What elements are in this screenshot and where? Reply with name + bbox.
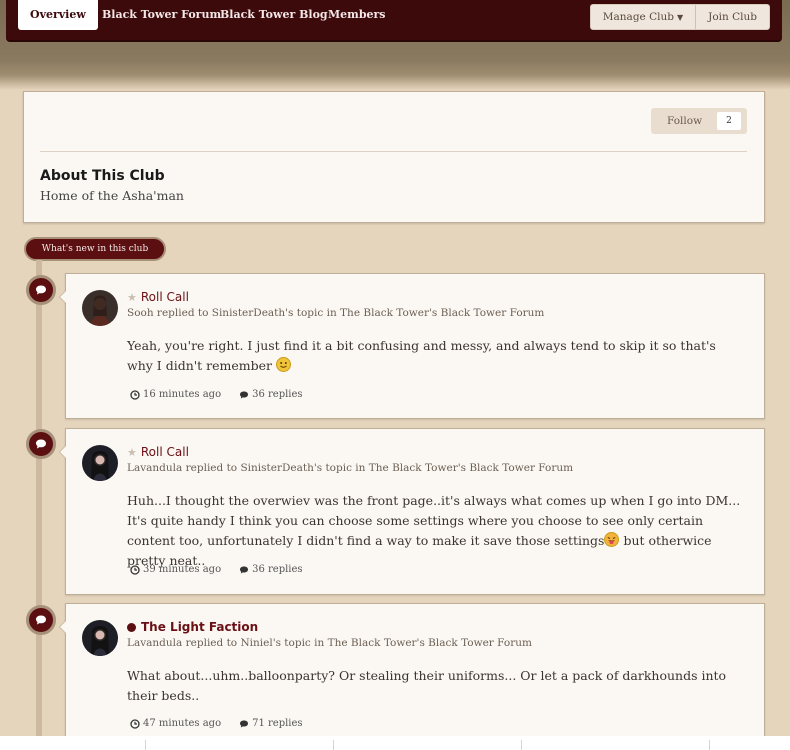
divider [333,740,334,750]
about-description: Home of the Asha'man [40,188,184,203]
activity-item: ★ Roll Call Sooh replied to SinisterDeat… [59,273,765,419]
topic-title: Roll Call [140,445,189,459]
comment-icon [26,429,56,459]
manage-club-label: Manage Club [602,11,674,23]
clock-icon [130,718,140,729]
topic-link[interactable]: The Light Faction [127,620,258,634]
activity-subtitle: Lavandula replied to SinisterDeath's top… [127,462,574,474]
tongue-out-emoji [604,532,620,547]
follow-button[interactable]: Follow 2 [651,108,747,134]
slight-smile-emoji [276,357,292,372]
caret-down-icon: ▼ [676,13,684,22]
comment-small-icon [240,391,249,398]
activity-body-text: Yeah, you're right. I just find it a bit… [127,338,716,373]
activity-body: What about...uhm..balloonparty? Or steal… [127,668,727,703]
divider [145,740,146,750]
clock-icon [130,389,140,400]
join-club-button[interactable]: Join Club [695,5,769,29]
avatar[interactable] [82,620,118,656]
tab-members[interactable]: Members [316,0,398,30]
comment-small-icon [240,720,249,727]
activity-item: ★ Roll Call Lavandula replied to Siniste… [59,428,765,595]
follow-label: Follow [667,115,703,127]
activity-subtitle: Sooh replied to SinisterDeath's topic in… [127,307,545,319]
timestamp[interactable]: 39 minutes ago [130,564,221,575]
timestamp-text: 16 minutes ago [143,389,222,400]
timestamp-text: 39 minutes ago [143,564,222,575]
topic-title: Roll Call [140,290,189,304]
topic-link[interactable]: ★ Roll Call [127,290,189,304]
avatar[interactable] [82,290,118,326]
activity-body: Yeah, you're right. I just find it a bit… [127,336,742,376]
whats-new-heading: What's new in this club [24,237,166,261]
comment-small-icon [240,566,249,573]
comment-icon [26,605,56,635]
avatar[interactable] [82,445,118,481]
divider [709,740,710,750]
timestamp[interactable]: 47 minutes ago [130,718,221,729]
activity-meta: 47 minutes ago 71 replies [130,718,303,729]
timestamp-text: 47 minutes ago [143,718,222,729]
topic-title: The Light Faction [141,620,259,634]
activity-meta: 39 minutes ago 36 replies [130,564,303,575]
divider [521,740,522,750]
comment-icon [26,275,56,305]
activity-item: The Light Faction Lavandula replied to N… [59,603,765,750]
topic-link[interactable]: ★ Roll Call [127,445,189,459]
reply-count: 36 replies [239,389,303,400]
activity-subtitle: Lavandula replied to Niniel's topic in T… [127,637,532,649]
activity-meta: 16 minutes ago 36 replies [130,389,303,400]
about-club-panel: Follow 2 About This Club Home of the Ash… [23,91,765,223]
manage-club-button[interactable]: Manage Club ▼ [591,5,695,29]
tab-overview[interactable]: Overview [18,0,98,30]
timestamp[interactable]: 16 minutes ago [130,389,221,400]
reply-count: 36 replies [239,564,303,575]
divider [40,151,747,152]
bottom-bar [0,736,790,750]
star-icon: ★ [127,445,137,459]
reply-count: 71 replies [239,718,303,729]
star-icon: ★ [127,290,137,304]
unread-dot-icon [127,622,136,632]
reply-count-text: 71 replies [252,718,303,729]
club-actions: Manage Club ▼ Join Club [589,4,770,30]
clock-icon [130,564,140,575]
reply-count-text: 36 replies [252,389,303,400]
follower-count: 2 [717,112,741,130]
reply-count-text: 36 replies [252,564,303,575]
about-title: About This Club [40,168,165,184]
activity-body: Huh...I thought the overwiev was the fro… [127,491,742,571]
timeline-line [36,260,42,736]
club-navbar: Overview Black Tower Forum Black Tower B… [6,0,782,42]
